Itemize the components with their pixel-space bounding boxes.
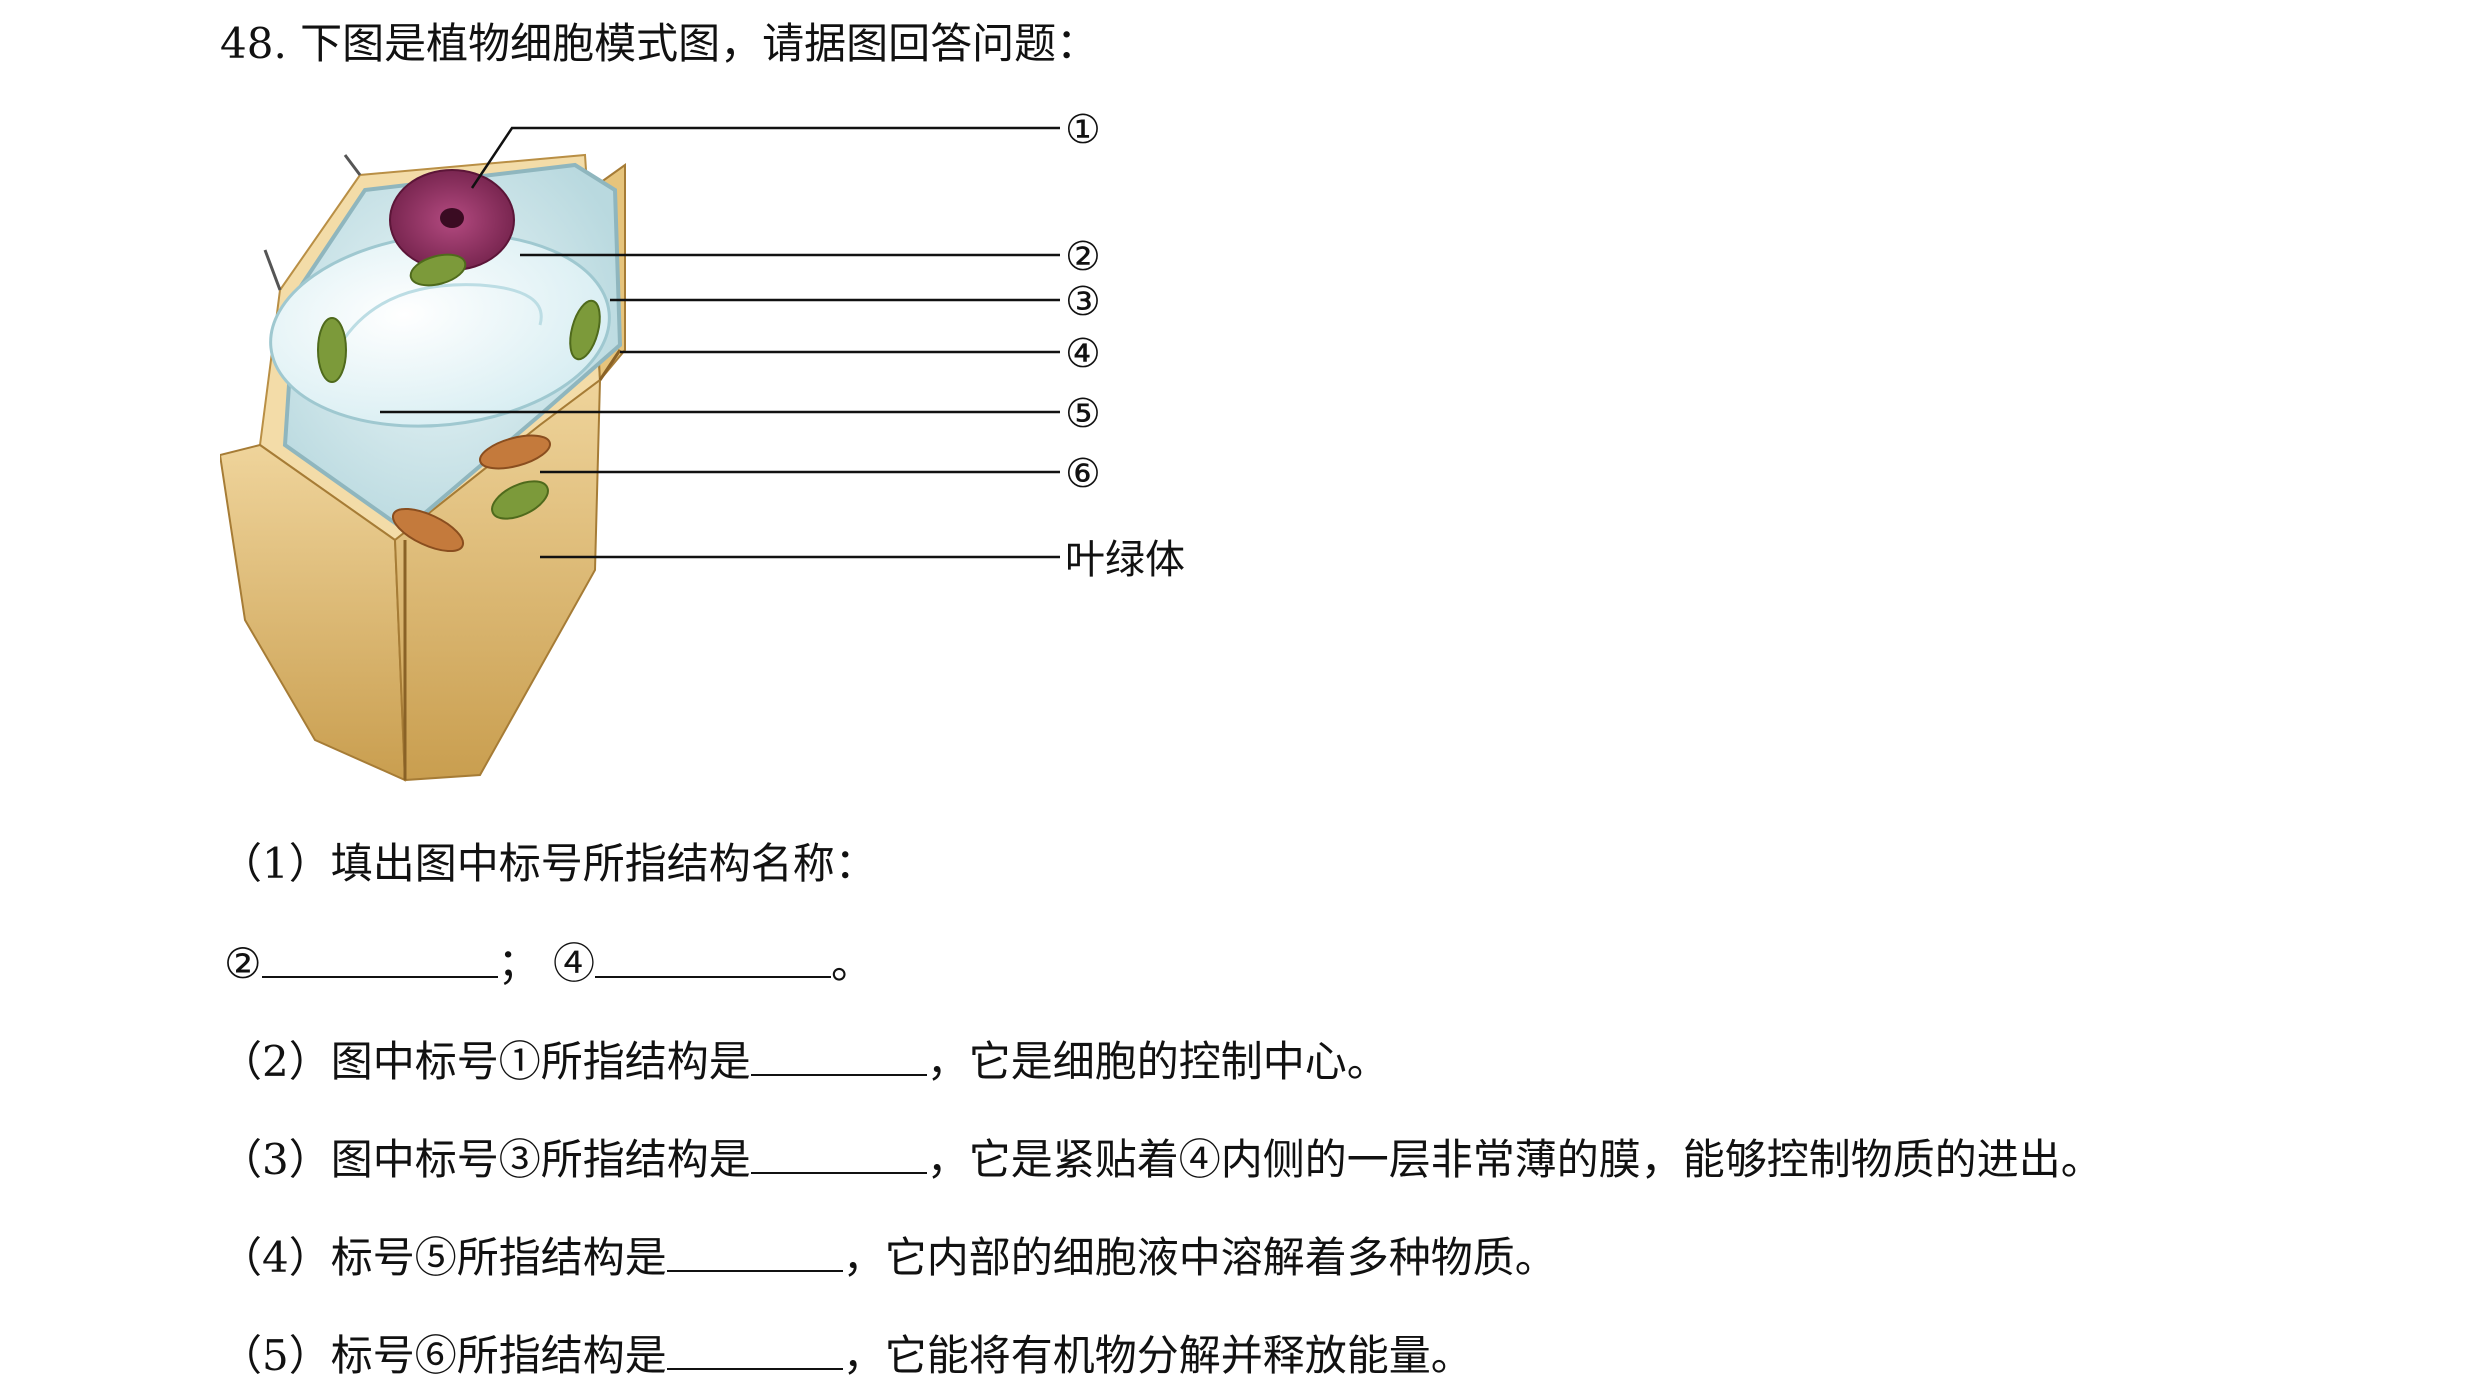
label-1: ① (1065, 107, 1101, 153)
q3-prefix: （3）图中标号③所指结构是 (220, 1135, 751, 1184)
q5-line: （5）标号⑥所指结构是 ，它能将有机物分解并释放能量。 (220, 1324, 1473, 1386)
q2-prefix: （2）图中标号①所指结构是 (220, 1037, 751, 1086)
blank4-label: ④ (553, 939, 596, 988)
answer-blank-q4[interactable] (666, 1226, 843, 1272)
question-title: 48. 下图是植物细胞模式图，请据图回答问题： (220, 19, 1099, 68)
q1-answer-line: ② ； ④ 。 (224, 932, 873, 994)
q4-suffix: ，它内部的细胞液中溶解着多种物质。 (842, 1233, 1557, 1282)
q2-suffix: ，它是细胞的控制中心。 (926, 1037, 1389, 1086)
answer-blank-4[interactable] (595, 932, 832, 978)
label-2: ② (1065, 234, 1101, 280)
q5-suffix: ，它能将有机物分解并释放能量。 (842, 1331, 1473, 1380)
label-6: ⑥ (1065, 451, 1101, 497)
label-3: ③ (1065, 279, 1101, 325)
answer-blank-q5[interactable] (666, 1324, 843, 1370)
q3-line: （3）图中标号③所指结构是 ，它是紧贴着④内侧的一层非常薄的膜，能够控制物质的进出… (220, 1128, 2103, 1190)
answer-blank-q2[interactable] (750, 1030, 927, 1076)
q2-line: （2）图中标号①所指结构是 ，它是细胞的控制中心。 (220, 1030, 1389, 1092)
answer-blank-q3[interactable] (750, 1128, 927, 1174)
q4-line: （4）标号⑤所指结构是 ，它内部的细胞液中溶解着多种物质。 (220, 1226, 1557, 1288)
q1-prompt: （1）填出图中标号所指结构名称： (220, 839, 877, 888)
chloroplast (317, 317, 347, 383)
separator: ； (497, 939, 540, 988)
q5-prefix: （5）标号⑥所指结构是 (220, 1331, 667, 1380)
q4-prefix: （4）标号⑤所指结构是 (220, 1233, 667, 1282)
label-5: ⑤ (1065, 391, 1101, 437)
label-4: ④ (1065, 331, 1101, 377)
blank2-label: ② (224, 939, 262, 988)
q3-suffix: ，它是紧贴着④内侧的一层非常薄的膜，能够控制物质的进出。 (926, 1135, 2103, 1184)
label-chloroplast: 叶绿体 (1065, 537, 1185, 583)
plant-cell-diagram: ① ② ③ ④ ⑤ ⑥ 叶绿体 (218, 100, 1230, 800)
end-mark: 。 (831, 939, 874, 988)
answer-blank-2[interactable] (261, 932, 498, 978)
